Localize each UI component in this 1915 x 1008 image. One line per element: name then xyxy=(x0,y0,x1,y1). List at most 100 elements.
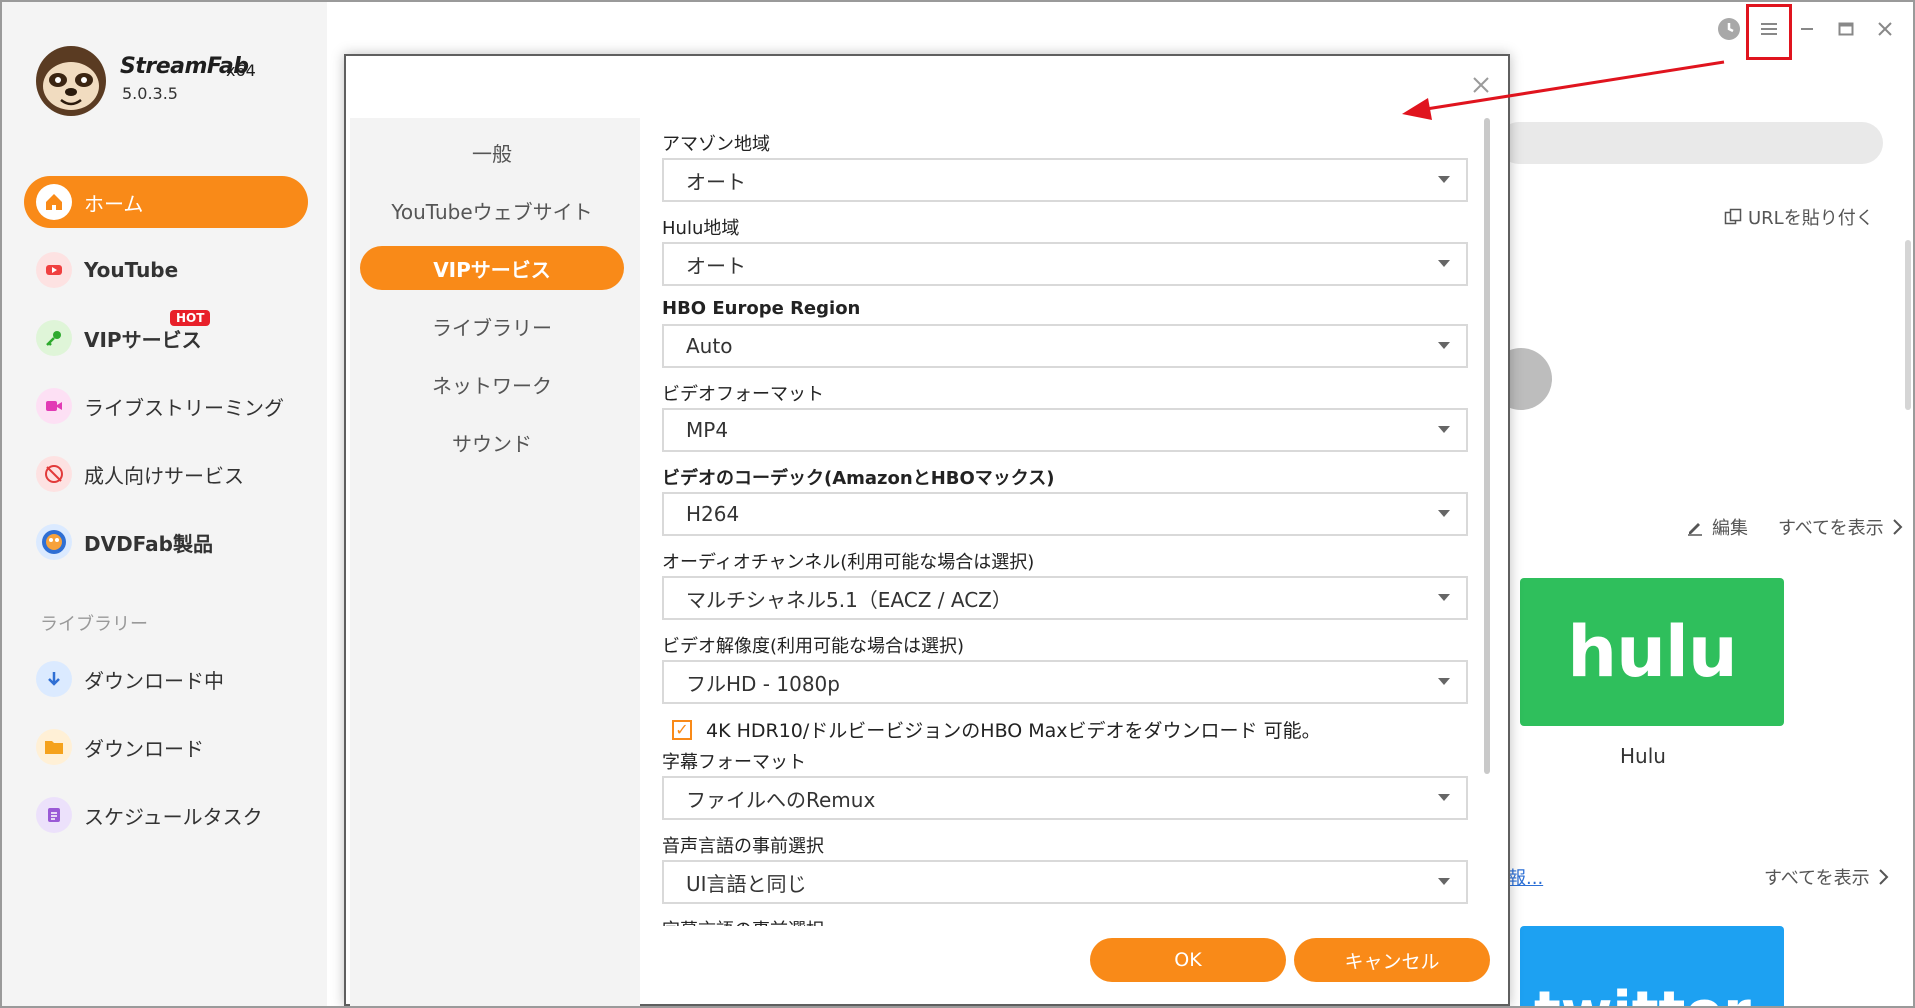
hdr-checkbox-label: 4K HDR10/ドルビービジョンのHBO Maxビデオをダウンロード 可能。 xyxy=(706,720,1321,742)
sidebar-item-label: ダウンロード xyxy=(84,736,204,761)
select-value: オート xyxy=(686,169,746,194)
sidebar-item-label: ダウンロード中 xyxy=(84,668,224,693)
settings-content: アマゾン地域 オート Hulu地域 オート HBO Europe Region … xyxy=(658,118,1480,926)
maximize-icon[interactable] xyxy=(1831,14,1861,44)
sidebar-item-adult[interactable]: 成人向けサービス xyxy=(24,448,308,500)
download-arrow-icon xyxy=(36,661,72,697)
menu-highlight-annotation xyxy=(1746,4,1792,60)
select-value: ファイルへのRemux xyxy=(686,787,876,812)
caret-down-icon xyxy=(1438,794,1450,801)
caret-down-icon xyxy=(1438,426,1450,433)
tab-library[interactable]: ライブラリー xyxy=(360,304,624,348)
select-value: マルチシャネル5.1（EACZ / ACZ） xyxy=(686,587,1012,612)
video-format-select[interactable]: MP4 xyxy=(662,408,1468,452)
library-title: ライブラリー xyxy=(40,614,148,635)
home-icon xyxy=(36,184,72,220)
sidebar-item-label: YouTube xyxy=(84,258,179,282)
tab-vip-services[interactable]: VIPサービス xyxy=(360,246,624,290)
dialog-scrollbar[interactable] xyxy=(1484,118,1490,774)
show-all-button[interactable]: すべてを表示 xyxy=(1778,514,1884,540)
chevron-right-icon xyxy=(1878,869,1889,885)
edit-button[interactable]: 編集 xyxy=(1712,514,1748,540)
audio-channel-label: オーディオチャンネル(利用可能な場合は選択) xyxy=(662,552,1035,573)
app-version: 5.0.3.5 xyxy=(122,84,178,103)
tab-general[interactable]: 一般 xyxy=(360,130,624,174)
pencil-icon xyxy=(1688,523,1702,536)
sidebar-item-label: ライブストリーミング xyxy=(84,395,284,420)
caret-down-icon xyxy=(1438,594,1450,601)
news-link[interactable]: 報... xyxy=(1508,864,1543,890)
caret-down-icon xyxy=(1438,260,1450,267)
minimize-icon[interactable] xyxy=(1792,14,1822,44)
subtitle-format-select[interactable]: ファイルへのRemux xyxy=(662,776,1468,820)
caret-down-icon xyxy=(1438,342,1450,349)
show-all-button-2[interactable]: すべてを表示 xyxy=(1764,864,1890,890)
sidebar-item-downloaded[interactable]: ダウンロード xyxy=(24,721,308,773)
dvdfab-icon xyxy=(36,524,72,560)
subtitle-language-label: 字幕言語の事前選択 xyxy=(662,916,824,926)
url-paste-button[interactable]: URLを貼り付く xyxy=(1724,204,1874,230)
section-header-services: 編集 すべてを表示 xyxy=(1686,514,1904,540)
hbo-europe-region-label: HBO Europe Region xyxy=(662,298,861,319)
amazon-region-label: アマゾン地域 xyxy=(662,134,770,155)
sidebar-item-schedule[interactable]: スケジュールタスク xyxy=(24,789,308,841)
audio-language-label: 音声言語の事前選択 xyxy=(662,836,824,857)
sidebar-item-live-streaming[interactable]: ライブストリーミング xyxy=(24,380,308,432)
adult-icon xyxy=(36,456,72,492)
amazon-region-select[interactable]: オート xyxy=(662,158,1468,202)
page-scrollbar[interactable] xyxy=(1905,240,1911,410)
copy-icon xyxy=(1724,208,1742,225)
twitter-logo: twitter xyxy=(1534,980,1751,1006)
folder-icon xyxy=(36,729,72,765)
key-icon xyxy=(36,320,72,356)
hulu-region-label: Hulu地域 xyxy=(662,218,740,239)
hulu-label: Hulu xyxy=(1620,744,1666,768)
tab-youtube-website[interactable]: YouTubeウェブサイト xyxy=(360,188,624,232)
ok-button[interactable]: OK xyxy=(1090,938,1286,982)
dialog-close-icon[interactable] xyxy=(1466,70,1496,100)
sloth-logo-icon xyxy=(36,46,106,116)
audio-channel-select[interactable]: マルチシャネル5.1（EACZ / ACZ） xyxy=(662,576,1468,620)
caret-down-icon xyxy=(1438,176,1450,183)
hulu-region-select[interactable]: オート xyxy=(662,242,1468,286)
close-icon[interactable] xyxy=(1870,14,1900,44)
sidebar-item-downloading[interactable]: ダウンロード中 xyxy=(24,653,308,705)
video-format-label: ビデオフォーマット xyxy=(662,384,824,405)
brand-arch: x64 xyxy=(226,61,256,80)
select-value: UI言語と同じ xyxy=(686,871,807,896)
hbo-europe-region-select[interactable]: Auto xyxy=(662,324,1468,368)
video-codec-select[interactable]: H264 xyxy=(662,492,1468,536)
hdr-download-option[interactable]: ✓ 4K HDR10/ドルビービジョンのHBO Maxビデオをダウンロード 可能… xyxy=(672,716,1321,743)
caret-down-icon xyxy=(1438,678,1450,685)
select-value: オート xyxy=(686,253,746,278)
video-resolution-select[interactable]: フルHD - 1080p xyxy=(662,660,1468,704)
camera-icon xyxy=(36,388,72,424)
twitter-tile[interactable]: twitter xyxy=(1520,926,1784,1006)
sidebar-item-label: スケジュールタスク xyxy=(84,804,263,829)
sidebar-item-youtube[interactable]: YouTube xyxy=(24,244,308,296)
sidebar-item-label: ホーム xyxy=(84,191,144,216)
settings-dialog: 一般 YouTubeウェブサイト VIPサービス ライブラリー ネットワーク サ… xyxy=(344,54,1510,1006)
video-resolution-label: ビデオ解像度(利用可能な場合は選択) xyxy=(662,636,965,657)
audio-language-select[interactable]: UI言語と同じ xyxy=(662,860,1468,904)
history-icon[interactable] xyxy=(1714,14,1744,44)
youtube-icon xyxy=(36,252,72,288)
hot-badge: HOT xyxy=(170,310,211,326)
search-bar[interactable] xyxy=(1498,122,1883,164)
sidebar-item-dvdfab[interactable]: DVDFab製品 xyxy=(24,516,308,568)
chevron-right-icon[interactable] xyxy=(1892,518,1904,536)
hdr-checkbox[interactable]: ✓ xyxy=(672,719,692,740)
sidebar-item-vip[interactable]: VIPサービス HOT xyxy=(24,310,308,364)
subtitle-format-label: 字幕フォーマット xyxy=(662,752,806,773)
tab-sound[interactable]: サウンド xyxy=(360,420,624,464)
select-value: フルHD - 1080p xyxy=(686,671,840,696)
app-window: StreamFab x64 5.0.3.5 ホーム YouTube VIPサービ… xyxy=(0,0,1915,1008)
schedule-icon xyxy=(36,797,72,833)
sidebar-item-home[interactable]: ホーム xyxy=(24,176,308,228)
tab-network[interactable]: ネットワーク xyxy=(360,362,624,406)
hulu-tile[interactable]: hulu xyxy=(1520,578,1784,726)
url-paste-label: URLを貼り付く xyxy=(1748,208,1874,229)
settings-tabs: 一般 YouTubeウェブサイト VIPサービス ライブラリー ネットワーク サ… xyxy=(350,118,640,1006)
caret-down-icon xyxy=(1438,510,1450,517)
cancel-button[interactable]: キャンセル xyxy=(1294,938,1490,982)
